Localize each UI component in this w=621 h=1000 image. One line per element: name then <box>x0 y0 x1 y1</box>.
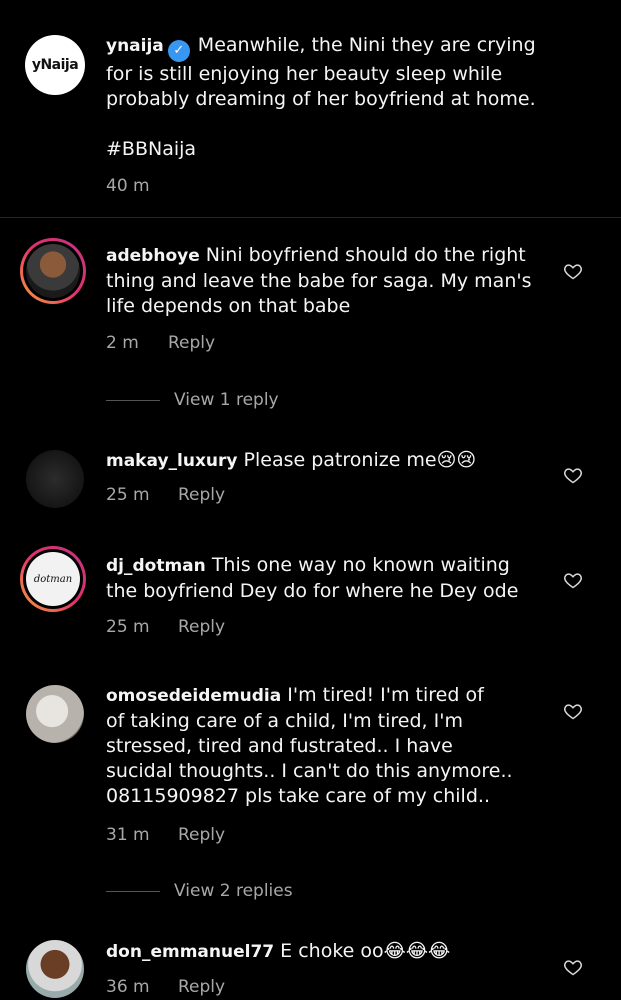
comment-username[interactable]: makay_luxury <box>106 451 237 471</box>
comment-text-dj_dotman: dj_dotman This one way no known waiting … <box>106 553 556 604</box>
comment-avatar-omosedeidemudia[interactable] <box>26 685 84 743</box>
comment-line: Nini boyfriend should do the right <box>205 244 526 266</box>
comment-line: the boyfriend Dey do for where he Dey od… <box>106 580 519 602</box>
comment-meta: 2 m Reply <box>106 333 215 353</box>
comment-text-makay_luxury: makay_luxury Please patronize me😢😢 <box>106 448 556 474</box>
comment-text-don_emmanuel77: don_emmanuel77 E choke oo😂😂😂 <box>106 939 556 965</box>
comment-line: E choke oo😂😂😂 <box>280 940 451 962</box>
heart-icon[interactable] <box>563 261 583 281</box>
comment-meta: 36 m Reply <box>106 977 225 997</box>
comment-username[interactable]: adebhoye <box>106 246 200 266</box>
comment-time: 25 m <box>106 617 150 637</box>
caption-username[interactable]: ynaija <box>106 36 164 56</box>
caption-line-2: for is still enjoying her beauty sleep w… <box>106 63 503 85</box>
comment-line: Please patronize me😢😢 <box>243 449 477 471</box>
view-replies-button[interactable]: View 1 reply <box>106 390 279 410</box>
comment-line: life depends on that babe <box>106 295 351 317</box>
comment-username[interactable]: omosedeidemudia <box>106 686 281 706</box>
comment-username[interactable]: don_emmanuel77 <box>106 942 274 962</box>
caption-line-1: Meanwhile, the Nini they are crying <box>197 34 536 56</box>
comment-time: 36 m <box>106 977 150 997</box>
reply-button[interactable]: Reply <box>168 333 215 353</box>
comment-line: This one way no known waiting <box>211 554 510 576</box>
comment-line: I'm tired! I'm tired of <box>287 684 484 706</box>
comment-avatar-don_emmanuel77[interactable] <box>26 940 84 998</box>
view-replies-label: View 2 replies <box>174 881 293 901</box>
heart-icon[interactable] <box>563 465 583 485</box>
comment-meta: 25 m Reply <box>106 485 225 505</box>
reply-button[interactable]: Reply <box>178 617 225 637</box>
caption-line-3: probably dreaming of her boyfriend at ho… <box>106 88 536 110</box>
heart-icon[interactable] <box>563 570 583 590</box>
heart-icon[interactable] <box>563 957 583 977</box>
caption-meta: 40 m <box>106 176 150 196</box>
comment-meta: 31 m Reply <box>106 825 225 845</box>
comment-text-adebhoye: adebhoye Nini boyfriend should do the ri… <box>106 243 556 319</box>
reply-button[interactable]: Reply <box>178 485 225 505</box>
comment-avatar-makay_luxury[interactable] <box>26 450 84 508</box>
reply-button[interactable]: Reply <box>178 977 225 997</box>
reply-button[interactable]: Reply <box>178 825 225 845</box>
comment-avatar-dj_dotman[interactable]: dotman <box>20 546 86 612</box>
comment-text-omosedeidemudia: omosedeidemudia I'm tired! I'm tired of … <box>106 683 556 809</box>
post-caption: yNaija ynaija ✓ Meanwhile, the Nini they a… <box>0 0 621 218</box>
heart-icon[interactable] <box>563 701 583 721</box>
comment-time: 31 m <box>106 825 150 845</box>
view-replies-button[interactable]: View 2 replies <box>106 881 293 901</box>
dotman-logo: dotman <box>33 573 73 585</box>
comment-avatar-adebhoye[interactable] <box>20 238 86 304</box>
comment-username[interactable]: dj_dotman <box>106 556 206 576</box>
comment-meta: 25 m Reply <box>106 617 225 637</box>
comment-line: of taking care of a child, I'm tired, I'… <box>106 710 463 732</box>
ynaija-logo: yNaija <box>31 57 79 73</box>
avatar-text-image <box>31 476 79 482</box>
caption-time: 40 m <box>106 176 150 196</box>
caption-hashtag[interactable]: #BBNaija <box>106 137 556 162</box>
ynaija-avatar[interactable]: yNaija <box>25 35 85 95</box>
view-replies-label: View 1 reply <box>174 390 279 410</box>
comment-line: sucidal thoughts.. I can't do this anymo… <box>106 760 513 782</box>
comment-time: 25 m <box>106 485 150 505</box>
comment-line: 08115909827 pls take care of my child.. <box>106 785 490 807</box>
comment-line: stressed, tired and fustrated.. I have <box>106 735 453 757</box>
verified-badge-icon: ✓ <box>167 40 190 62</box>
comment-line: thing and leave the babe for saga. My ma… <box>106 270 532 292</box>
caption-text: ynaija ✓ Meanwhile, the Nini they are cryi… <box>106 33 556 162</box>
